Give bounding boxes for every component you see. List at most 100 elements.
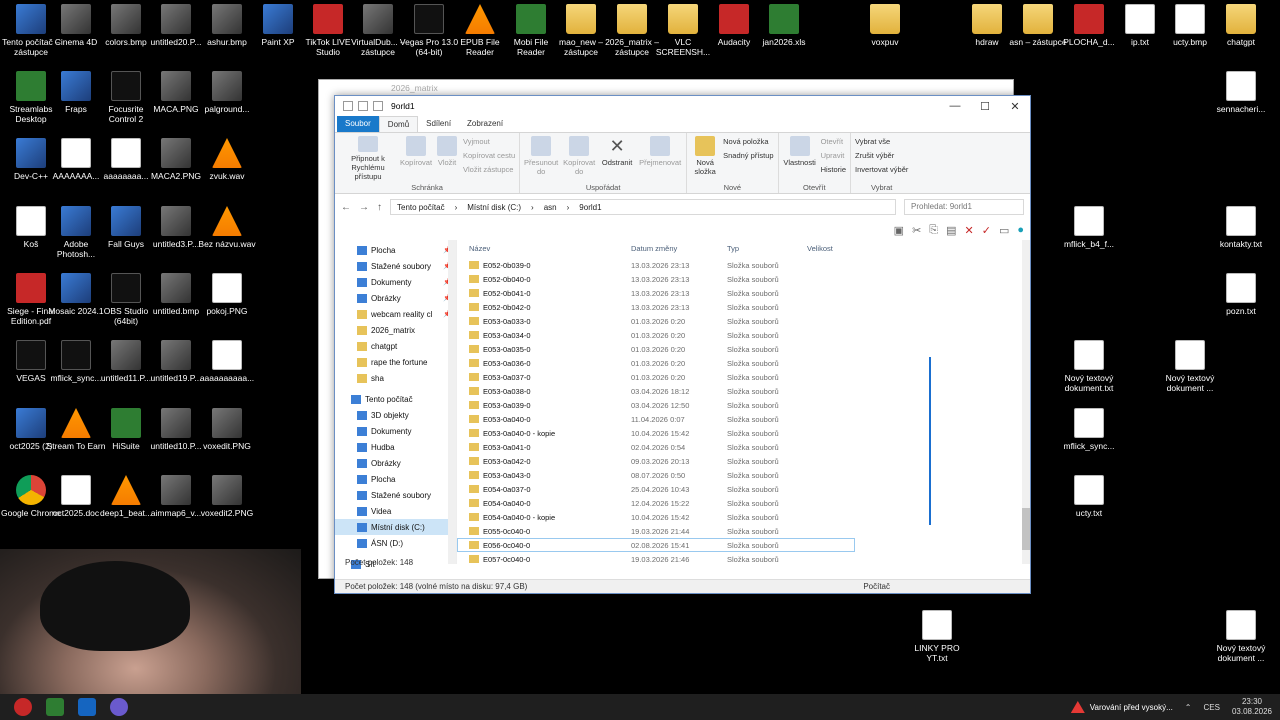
table-row[interactable]: E053-0a035-0 01.03.2026 0:20 Složka soubor… — [457, 342, 1030, 356]
desktop-icon[interactable]: pozn.txt — [1210, 273, 1272, 316]
desktop-icon[interactable]: Nový textový dokument ... — [1159, 340, 1221, 393]
desktop-icon[interactable]: voxedit2.PNG — [196, 475, 258, 518]
nav-item[interactable]: Plocha📌 — [335, 242, 456, 258]
desktop-icon[interactable]: Bez názvu.wav — [196, 206, 258, 249]
table-row[interactable]: E053-0a039-0 03.04.2026 12:50 Složka soubo… — [457, 398, 1030, 412]
quick-access-toolbar[interactable] — [343, 101, 383, 111]
new-item-button[interactable]: Nová položka — [723, 136, 773, 147]
table-row[interactable]: E053-0a034-0 01.03.2026 0:20 Složka soubor… — [457, 328, 1030, 342]
table-row[interactable]: E052-0b039-0 13.03.2026 23:13 Složka soubo… — [457, 258, 1030, 272]
desktop-icon[interactable]: mflick_b4_f... — [1058, 206, 1120, 249]
desktop-icon[interactable]: voxedit.PNG — [196, 408, 258, 451]
back-icon[interactable]: ← — [341, 202, 351, 213]
delete-button[interactable]: ✕ Odstranit — [600, 136, 634, 181]
table-row[interactable]: E053-0a033-0 01.03.2026 0:20 Složka soubor… — [457, 314, 1030, 328]
nav-item[interactable]: Stažené soubory — [335, 487, 456, 503]
tab-share[interactable]: Sdílení — [418, 116, 459, 132]
table-row[interactable]: E054-0a037-0 25.04.2026 10:43 Složka soubo… — [457, 482, 1030, 496]
new-folder-button[interactable]: Nová složka — [691, 136, 719, 181]
nav-item[interactable]: 2026_matrix — [335, 322, 456, 338]
clock[interactable]: 23:30 03.08.2026 — [1232, 697, 1272, 717]
copy-path-button[interactable]: Kopírovat cestu — [463, 150, 515, 161]
properties-icon[interactable] — [358, 101, 368, 111]
nav-item[interactable]: Dokumenty — [335, 423, 456, 439]
desktop-icon[interactable]: Nový textový dokument ... — [1210, 610, 1272, 663]
clipboard-icon[interactable]: ▤ — [946, 224, 956, 237]
nav-item[interactable]: Stažené soubory📌 — [335, 258, 456, 274]
nav-item[interactable]: Obrázky📌 — [335, 290, 456, 306]
nav-item[interactable]: Hudba — [335, 439, 456, 455]
move-to-button[interactable]: Přesunout do — [524, 136, 558, 181]
nav-item[interactable]: Obrázky — [335, 455, 456, 471]
table-row[interactable]: E053-0a036-0 01.03.2026 0:20 Složka soubor… — [457, 356, 1030, 370]
column-size[interactable]: Velikost — [807, 244, 867, 253]
desktop-icon[interactable]: pokoj.PNG — [196, 273, 258, 316]
chevron-up-icon[interactable]: ⌃ — [1185, 703, 1192, 712]
nav-item[interactable]: Videa — [335, 503, 456, 519]
scrollbar-thumb[interactable] — [1022, 508, 1030, 550]
maximize-button[interactable]: ☐ — [970, 100, 1000, 113]
vegas-icon[interactable] — [78, 698, 96, 716]
table-row[interactable]: E053-0a040-0 11.04.2026 0:07 Složka soubor… — [457, 412, 1030, 426]
table-row[interactable]: E053-0a038-0 03.04.2026 18:12 Složka soubo… — [457, 384, 1030, 398]
desktop-icon[interactable]: voxpuv — [854, 4, 916, 47]
nav-item[interactable]: webcam reality cl📌 — [335, 306, 456, 322]
table-row[interactable]: E054-0a040-0 - kopie 10.04.2026 15:42 Slož… — [457, 510, 1030, 524]
nav-item[interactable]: 3D objekty — [335, 407, 456, 423]
table-row[interactable]: E054-0a040-0 12.04.2026 15:22 Složka soubo… — [457, 496, 1030, 510]
nav-item[interactable]: Plocha — [335, 471, 456, 487]
desktop-icon[interactable]: sennacheri... — [1210, 71, 1272, 114]
tab-file[interactable]: Soubor — [337, 116, 379, 132]
warning-notification[interactable]: Varování před vysoký... — [1070, 701, 1173, 713]
easy-access-button[interactable]: Snadný přístup — [723, 150, 773, 161]
desktop-icon[interactable]: palground... — [196, 71, 258, 114]
table-row[interactable]: E052-0b042-0 13.03.2026 23:13 Složka soubo… — [457, 300, 1030, 314]
tab-view[interactable]: Zobrazení — [459, 116, 511, 132]
navigation-pane[interactable]: Plocha📌Stažené soubory📌Dokumenty📌Obrázky… — [335, 240, 457, 569]
layout-icon[interactable]: ▣ — [894, 224, 904, 237]
nav-item[interactable]: Dokumenty📌 — [335, 274, 456, 290]
check-icon[interactable]: ✓ — [982, 224, 991, 237]
rename-button[interactable]: Přejmenovat — [638, 136, 682, 181]
table-row[interactable]: E053-0a037-0 01.03.2026 0:20 Složka soubor… — [457, 370, 1030, 384]
breadcrumb-this-pc[interactable]: Tento počítač — [397, 203, 445, 212]
streamlabs-icon[interactable] — [46, 698, 64, 716]
address-bar[interactable]: Tento počítač › Místní disk (C:) › asn › 9o… — [390, 199, 896, 215]
table-row[interactable]: E056-0c040-0 02.08.2026 15:41 Složka soubo… — [457, 538, 855, 552]
desktop-icon[interactable]: mflick_sync... — [1058, 408, 1120, 451]
open-button[interactable]: Otevřít — [821, 136, 846, 147]
edit-button[interactable]: Upravit — [821, 150, 846, 161]
pin-quick-access-button[interactable]: Připnout k Rychlému přístupu — [339, 136, 397, 181]
breadcrumb-drive-c[interactable]: Místní disk (C:) — [467, 203, 521, 212]
column-date[interactable]: Datum změny — [631, 244, 727, 253]
rename-icon[interactable]: ▭ — [999, 224, 1009, 237]
table-row[interactable]: E053-0a042-0 09.03.2026 20:13 Složka soubo… — [457, 454, 1030, 468]
forward-icon[interactable]: → — [359, 202, 369, 213]
search-input[interactable]: Prohledat: 9orld1 — [904, 199, 1024, 215]
desktop-icon[interactable]: LINKY PRO YT.txt — [906, 610, 968, 663]
language-indicator[interactable]: CES — [1204, 703, 1220, 712]
table-row[interactable]: E053-0a040-0 - kopie 10.04.2026 15:42 Slož… — [457, 426, 1030, 440]
table-row[interactable]: E053-0a041-0 02.04.2026 0:54 Složka soubor… — [457, 440, 1030, 454]
desktop-icon[interactable]: Nový textový dokument.txt — [1058, 340, 1120, 393]
obs-icon[interactable] — [14, 698, 32, 716]
breadcrumb-current[interactable]: 9orld1 — [579, 203, 601, 212]
table-row[interactable]: E053-0a043-0 08.07.2026 0:50 Složka soubor… — [457, 468, 1030, 482]
desktop-icon[interactable]: chatgpt — [1210, 4, 1272, 47]
nav-item[interactable]: Místní disk (C:) — [335, 519, 456, 535]
cut-button[interactable]: Vyjmout — [463, 136, 515, 147]
copy-button[interactable]: Kopírovat — [400, 136, 432, 181]
globe-icon[interactable]: ● — [1017, 224, 1024, 236]
nav-item[interactable]: rape the fortune — [335, 354, 456, 370]
column-type[interactable]: Typ — [727, 244, 807, 253]
desktop-icon[interactable]: jan2026.xls — [753, 4, 815, 47]
tab-home[interactable]: Domů — [378, 116, 419, 132]
nav-item[interactable]: sha — [335, 370, 456, 386]
table-row[interactable]: E052-0b041-0 13.03.2026 23:13 Složka soubo… — [457, 286, 1030, 300]
breadcrumb-asn[interactable]: asn — [544, 203, 557, 212]
table-row[interactable]: E052-0b040-0 13.03.2026 23:13 Složka soubo… — [457, 272, 1030, 286]
nav-scrollbar[interactable] — [448, 240, 456, 564]
app-icon[interactable] — [110, 698, 128, 716]
copy-to-button[interactable]: Kopírovat do — [562, 136, 596, 181]
nav-item[interactable]: chatgpt — [335, 338, 456, 354]
